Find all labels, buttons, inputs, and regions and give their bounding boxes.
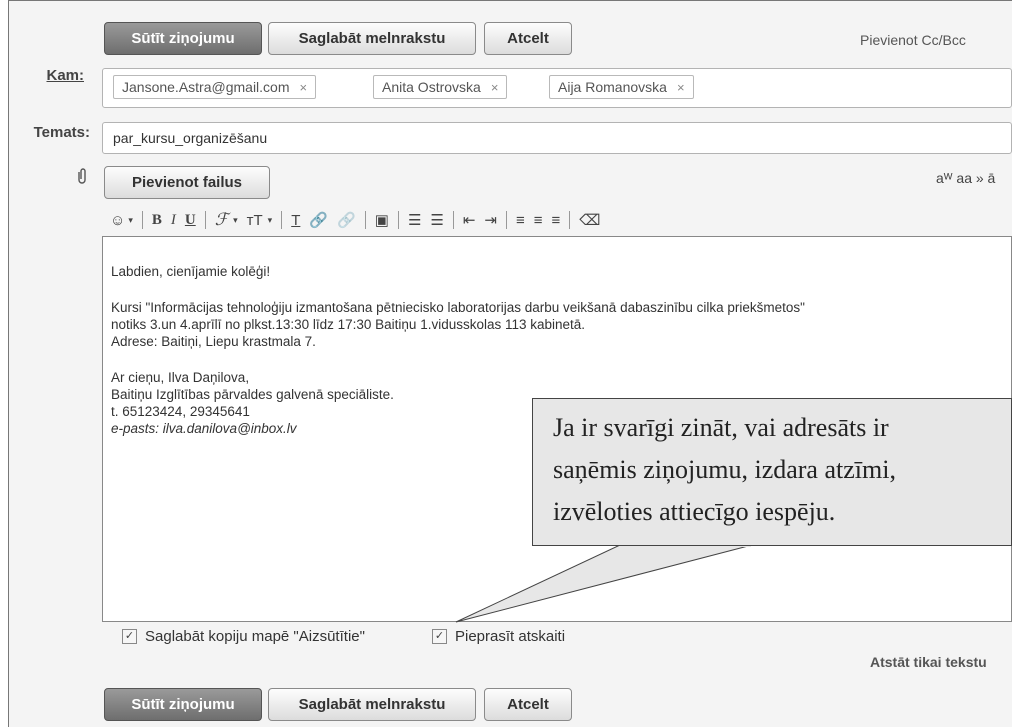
send-button-bottom[interactable]: Sūtīt ziņojumu <box>104 688 262 721</box>
cancel-button-bottom[interactable]: Atcelt <box>484 688 572 721</box>
request-receipt-checkbox[interactable]: ✓ <box>432 629 447 644</box>
request-receipt-label: Pieprasīt atskaiti <box>455 628 566 645</box>
callout-line: Ja ir svarīgi zināt, vai adresāts ir <box>553 413 889 442</box>
save-copy-checkbox[interactable]: ✓ <box>122 629 137 644</box>
save-copy-option[interactable]: ✓ Saglabāt kopiju mapē "Aizsūtītie" <box>122 628 365 645</box>
request-receipt-option[interactable]: ✓ Pieprasīt atskaiti <box>432 628 565 645</box>
callout-line: izvēloties attiecīgo iespēju. <box>553 497 836 526</box>
callout-line: saņēmis ziņojumu, izdara atzīmi, <box>553 455 896 484</box>
save-copy-label: Saglabāt kopiju mapē "Aizsūtītie" <box>145 628 365 645</box>
callout-pointer <box>455 544 753 623</box>
save-draft-button-bottom[interactable]: Saglabāt melnrakstu <box>268 688 476 721</box>
callout-annotation: Ja ir svarīgi zināt, vai adresāts ir saņ… <box>532 398 1012 546</box>
plain-text-link[interactable]: Atstāt tikai tekstu <box>870 654 987 670</box>
